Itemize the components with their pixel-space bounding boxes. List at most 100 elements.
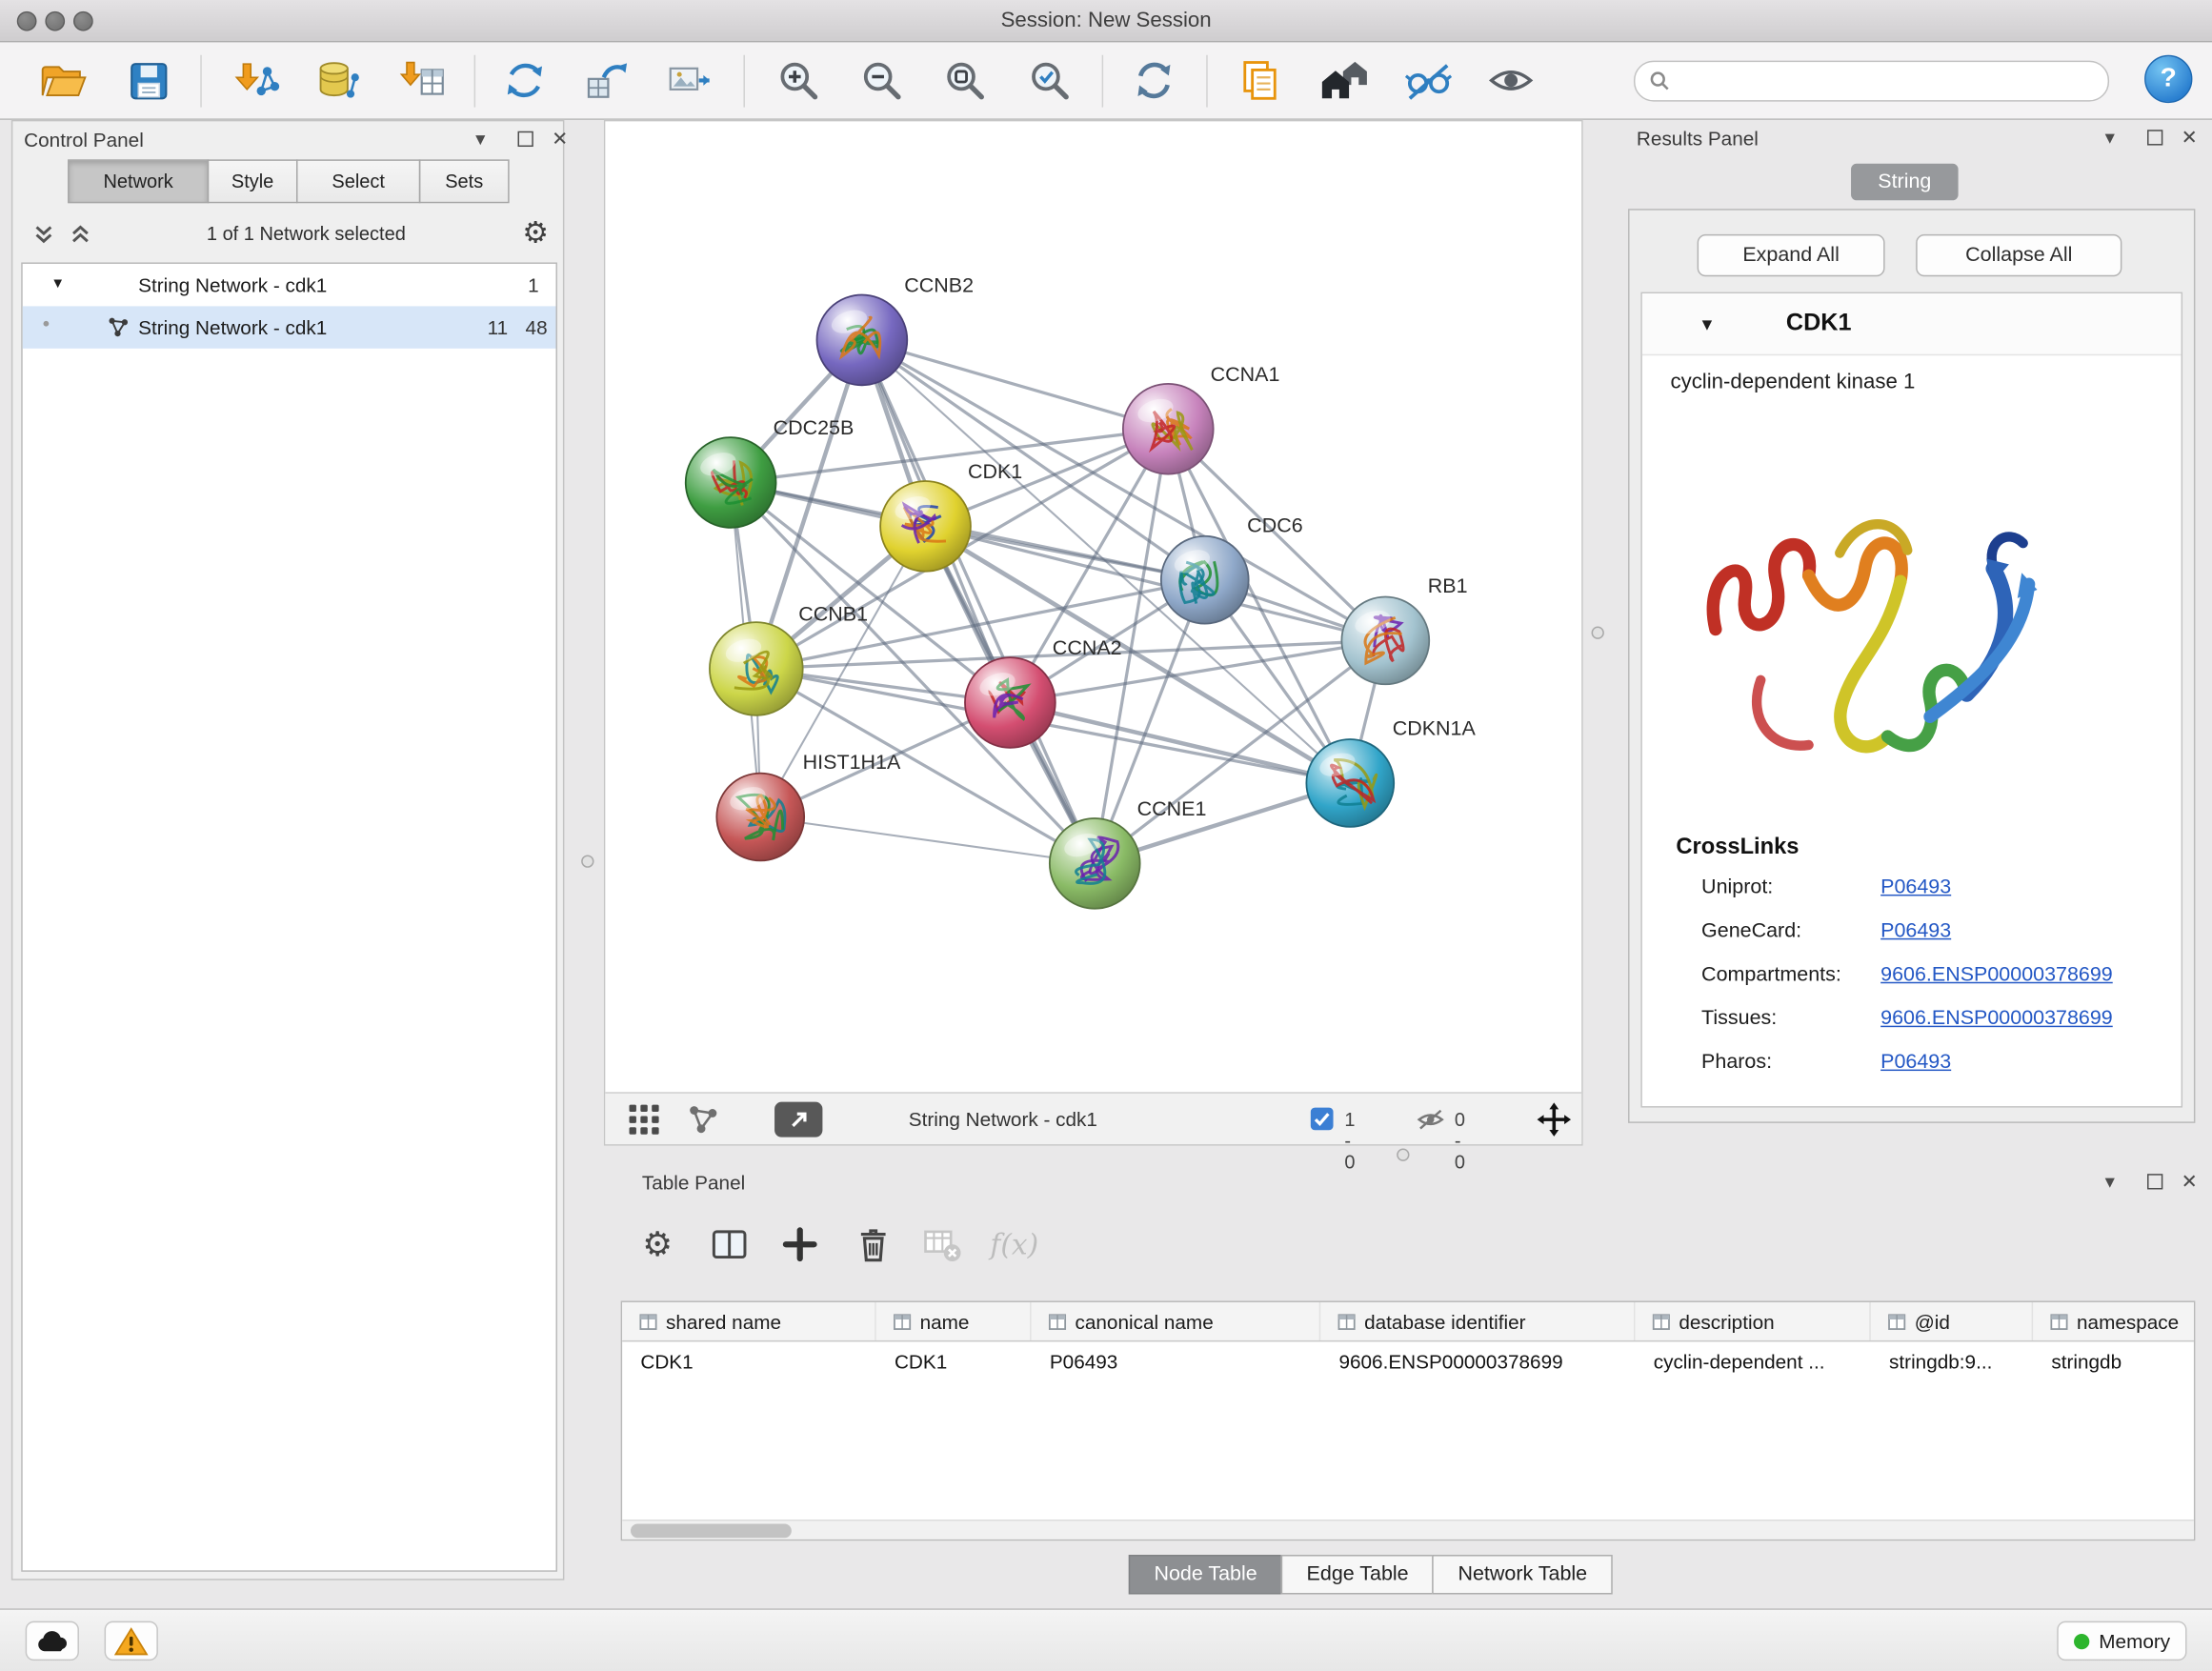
birdseye-network-icon[interactable] <box>687 1103 719 1136</box>
table-cell[interactable]: stringdb <box>2033 1341 2195 1380</box>
search-input[interactable] <box>1679 64 2107 99</box>
network-row[interactable]: ● String Network - cdk1 11 48 <box>23 306 556 348</box>
delete-column-icon[interactable] <box>847 1218 900 1271</box>
network-swap-button[interactable] <box>493 50 555 111</box>
home-button[interactable] <box>1314 50 1376 111</box>
gear-icon[interactable]: ⚙ <box>522 216 549 253</box>
grid-view-icon[interactable] <box>628 1103 660 1136</box>
import-network-from-file-button[interactable] <box>226 50 288 111</box>
tab-edge-table[interactable]: Edge Table <box>1281 1555 1434 1594</box>
entry-collapse-icon[interactable]: ▼ <box>1699 314 1716 334</box>
import-table-from-file-button[interactable] <box>392 50 454 111</box>
zoom-selected-button[interactable] <box>1018 50 1080 111</box>
tab-style[interactable]: Style <box>208 159 298 203</box>
panel-menu-caret-icon[interactable]: ▾ <box>2105 1170 2115 1193</box>
tab-string[interactable]: String <box>1851 164 1959 201</box>
hidden-count-indicator[interactable]: 0 - 0 <box>1417 1108 1445 1131</box>
tab-select[interactable]: Select <box>296 159 420 203</box>
collapse-all-button[interactable]: Collapse All <box>1916 234 2122 276</box>
panel-menu-caret-icon[interactable]: ▾ <box>2105 126 2115 149</box>
network-node[interactable]: CCNB1 <box>710 603 868 715</box>
function-builder-icon[interactable]: f(x) <box>988 1218 1041 1271</box>
horizontal-scrollbar[interactable] <box>622 1520 2194 1540</box>
network-node[interactable]: CDKN1A <box>1306 717 1476 827</box>
zoom-out-button[interactable] <box>851 50 913 111</box>
splitter-handle[interactable] <box>1397 1149 1409 1161</box>
memory-button[interactable]: Memory <box>2057 1621 2186 1661</box>
panel-menu-caret-icon[interactable]: ▾ <box>475 127 485 150</box>
column-header[interactable]: database identifier <box>1320 1302 1635 1340</box>
help-button[interactable]: ? <box>2144 55 2192 103</box>
show-all-button[interactable] <box>1480 50 1542 111</box>
crosslink-link[interactable]: P06493 <box>1880 1051 1951 1074</box>
column-header[interactable]: @id <box>1871 1302 2033 1340</box>
tab-network-table[interactable]: Network Table <box>1433 1555 1613 1594</box>
crosslink-label: Pharos: <box>1701 1051 1772 1074</box>
cloud-button[interactable] <box>26 1621 79 1661</box>
open-session-button[interactable] <box>32 50 94 111</box>
hide-selected-button[interactable] <box>1397 50 1458 111</box>
refresh-icon <box>1130 56 1177 104</box>
network-edge[interactable] <box>926 526 1386 640</box>
network-node[interactable]: CDK1 <box>880 460 1022 572</box>
splitter-handle[interactable] <box>1592 627 1604 639</box>
tab-node-table[interactable]: Node Table <box>1129 1555 1283 1594</box>
table-cell[interactable]: stringdb:9... <box>1871 1341 2033 1380</box>
panel-float-icon[interactable] <box>518 131 533 147</box>
panel-close-icon[interactable]: ✕ <box>2182 126 2198 149</box>
network-canvas[interactable]: CCNB2CCNA1CDC25BCDK1CDC6RB1CCNB1CCNA2CDK… <box>605 121 1581 1092</box>
column-header[interactable]: canonical name <box>1032 1302 1321 1340</box>
network-edge[interactable] <box>862 340 1095 863</box>
tab-sets[interactable]: Sets <box>419 159 510 203</box>
column-header[interactable]: shared name <box>622 1302 876 1340</box>
table-row[interactable]: CDK1CDK1P064939606.ENSP00000378699cyclin… <box>622 1341 2195 1380</box>
table-cell[interactable]: 9606.ENSP00000378699 <box>1320 1341 1635 1380</box>
copy-document-button[interactable] <box>1229 50 1291 111</box>
show-columns-icon[interactable] <box>703 1218 756 1271</box>
network-edge[interactable] <box>760 816 1095 863</box>
column-header[interactable]: namespace <box>2033 1302 2195 1340</box>
network-edge[interactable] <box>862 340 1168 429</box>
crosslink-link[interactable]: P06493 <box>1880 920 1951 943</box>
tab-network[interactable]: Network <box>68 159 209 203</box>
panel-float-icon[interactable] <box>2147 130 2162 145</box>
delete-table-icon[interactable] <box>915 1218 969 1271</box>
panel-float-icon[interactable] <box>2147 1174 2162 1189</box>
panel-close-icon[interactable]: ✕ <box>2182 1170 2198 1193</box>
export-image-button[interactable] <box>659 50 721 111</box>
crosslink-link[interactable]: 9606.ENSP00000378699 <box>1880 964 2113 987</box>
splitter-handle[interactable] <box>581 855 593 867</box>
open-in-new-window-button[interactable] <box>774 1102 822 1137</box>
collection-expand-icon[interactable]: ▼ <box>50 276 65 292</box>
move-crosshair-icon[interactable] <box>1537 1102 1572 1137</box>
panel-close-icon[interactable]: ✕ <box>552 127 568 150</box>
new-network-from-selection-button[interactable] <box>575 50 637 111</box>
table-cell[interactable]: P06493 <box>1032 1341 1321 1380</box>
network-node[interactable]: CCNA1 <box>1123 363 1280 474</box>
network-collection-row[interactable]: ▼ String Network - cdk1 1 <box>23 264 556 306</box>
table-gear-icon[interactable]: ⚙ <box>631 1218 684 1271</box>
expand-all-button[interactable]: Expand All <box>1698 234 1885 276</box>
crosslink-link[interactable]: 9606.ENSP00000378699 <box>1880 1007 2113 1030</box>
network-node[interactable]: RB1 <box>1341 574 1467 684</box>
results-panel: Results Panel ▾ ✕ String Expand All Coll… <box>1622 120 2201 1164</box>
table-cell[interactable]: cyclin-dependent ... <box>1635 1341 1870 1380</box>
column-header[interactable]: description <box>1635 1302 1870 1340</box>
column-header[interactable]: name <box>876 1302 1032 1340</box>
table-cell[interactable]: CDK1 <box>876 1341 1032 1380</box>
save-session-button[interactable] <box>117 50 179 111</box>
network-node[interactable]: CCNB2 <box>816 274 974 386</box>
crosslink-link[interactable]: P06493 <box>1880 876 1951 899</box>
add-column-icon[interactable] <box>774 1218 827 1271</box>
zoom-fit-button[interactable] <box>934 50 995 111</box>
zoom-in-button[interactable] <box>768 50 830 111</box>
entry-header[interactable]: ▼ CDK1 <box>1642 293 2182 355</box>
import-network-from-database-button[interactable] <box>308 50 370 111</box>
scrollbar-thumb[interactable] <box>631 1523 792 1538</box>
crosslink-row: Compartments:9606.ENSP00000378699 <box>1642 956 2182 1000</box>
table-cell[interactable]: CDK1 <box>622 1341 876 1380</box>
network-edge[interactable] <box>1010 703 1350 783</box>
network-node[interactable]: HIST1H1A <box>716 751 901 860</box>
apply-layout-button[interactable] <box>1123 50 1185 111</box>
warnings-button[interactable] <box>105 1621 158 1661</box>
